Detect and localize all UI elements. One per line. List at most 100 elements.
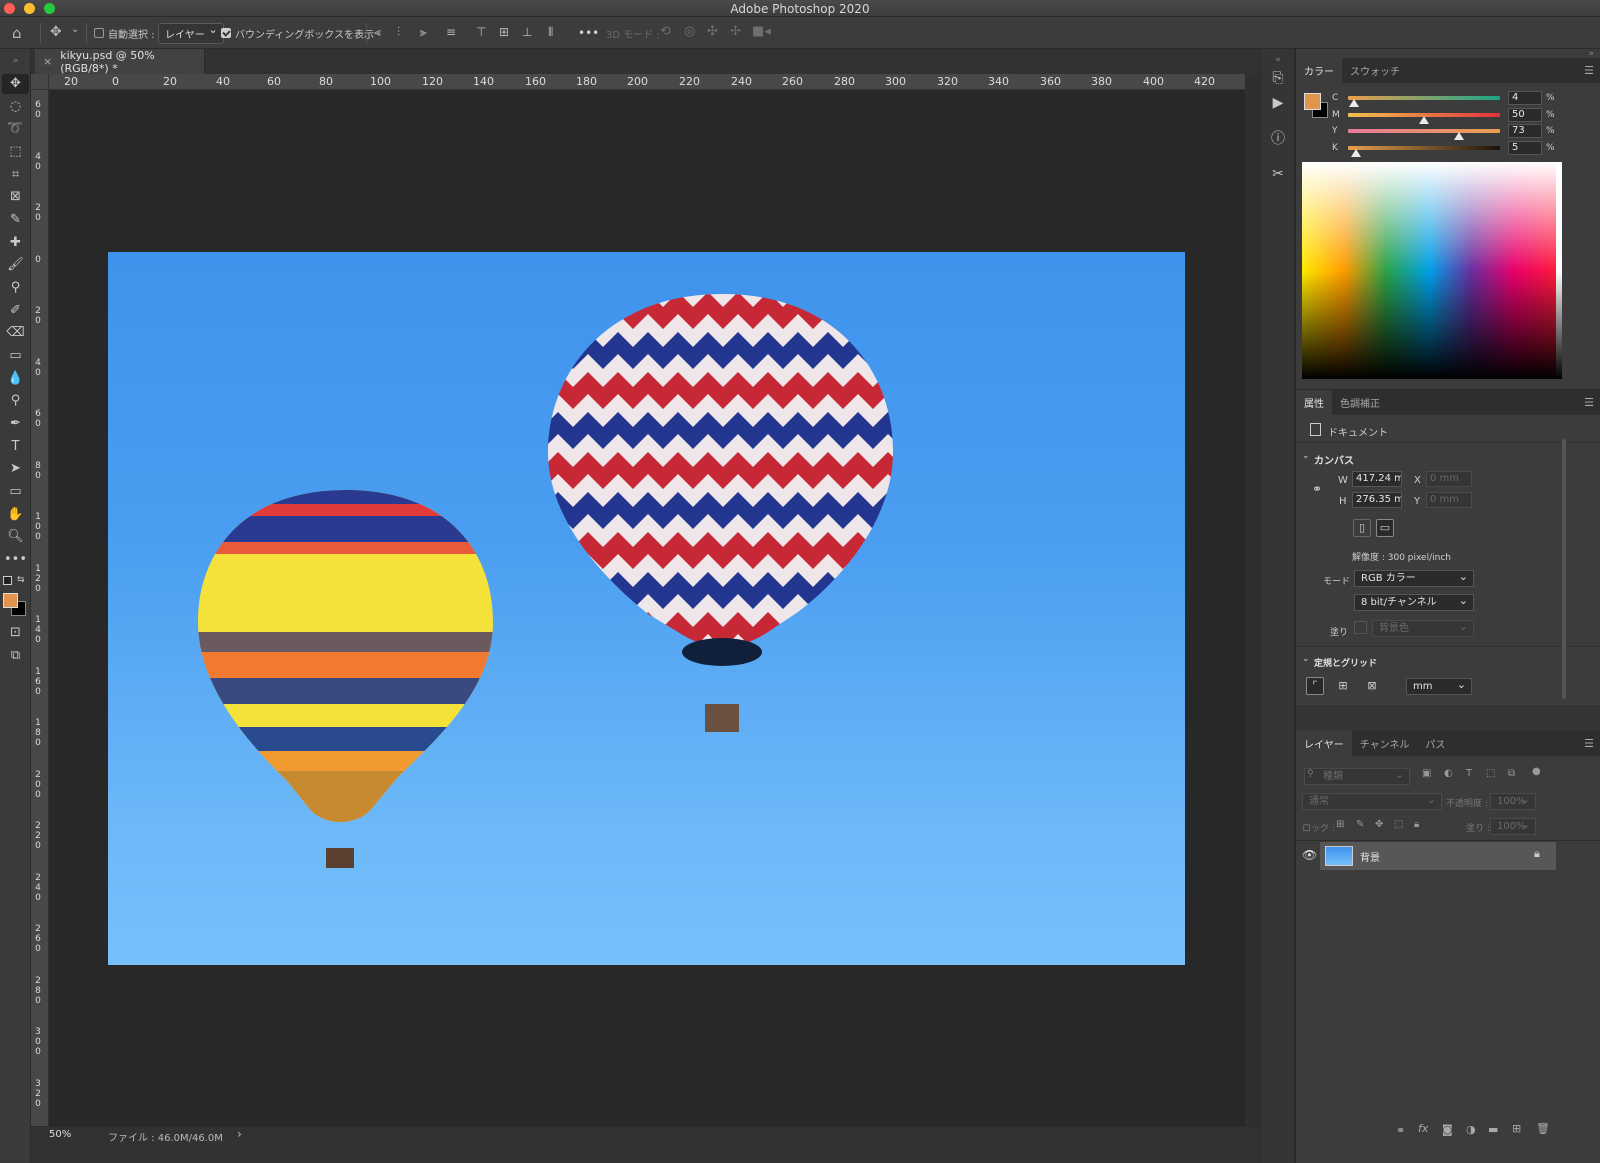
collapse-toolbar-icon[interactable]: » (2, 51, 29, 71)
tab-swatches[interactable]: スウォッチ (1342, 58, 1408, 83)
align-top-icon[interactable]: ⊤ (476, 25, 486, 39)
slider-track[interactable] (1348, 145, 1500, 157)
marquee-tool-icon[interactable]: ◌ (2, 97, 29, 117)
align-right-icon[interactable]: ⫸ (420, 25, 427, 40)
balloon-photo[interactable] (108, 252, 1185, 965)
align-left-icon[interactable]: ⫷ (374, 25, 381, 40)
tab-layers[interactable]: レイヤー (1296, 731, 1352, 756)
close-tab-icon[interactable]: × (43, 55, 52, 68)
quick-mask-icon[interactable]: ⊡ (2, 623, 29, 643)
channel-value-field[interactable]: 4 (1508, 91, 1542, 105)
zoom-tool-icon[interactable]: 🔍︎ (2, 527, 29, 547)
ruler-icon[interactable]: ⌜ (1306, 677, 1324, 695)
frame-tool-icon[interactable]: ⊠ (2, 187, 29, 207)
blur-tool-icon[interactable]: 💧 (2, 369, 29, 389)
portrait-orientation-icon[interactable]: ▯ (1353, 519, 1371, 537)
slider-track[interactable] (1348, 112, 1500, 124)
ruler-origin[interactable] (31, 74, 49, 90)
mono-ramp[interactable] (1556, 162, 1562, 379)
slider-y[interactable]: Y 73% (1332, 123, 1555, 140)
eye-icon[interactable]: 👁︎ (1302, 848, 1317, 862)
lock-position-icon[interactable]: ✥ (1375, 819, 1383, 830)
color-spectrum[interactable] (1302, 162, 1556, 379)
lock-image-icon[interactable]: ✎ (1356, 819, 1364, 830)
chevron-down-icon[interactable]: ⌄ (1302, 451, 1310, 461)
dodge-tool-icon[interactable]: ⚲ (2, 391, 29, 411)
status-arrow-icon[interactable]: › (237, 1127, 242, 1141)
lasso-tool-icon[interactable]: ➰ (2, 119, 29, 139)
fg-color-chip[interactable] (1304, 93, 1321, 110)
filter-type-icon[interactable]: T (1466, 768, 1472, 779)
layer-lock-icon[interactable]: 🔒︎ (1534, 847, 1540, 861)
home-icon[interactable]: ⌂ (12, 24, 22, 42)
type-tool-icon[interactable]: T (2, 437, 29, 457)
vertical-scrollbar[interactable] (1245, 74, 1260, 1126)
crop-tool-icon[interactable]: ⌗ (2, 165, 29, 185)
width-field[interactable]: 417.24 mm (1352, 471, 1402, 487)
filter-smartobject-icon[interactable]: ⧉ (1508, 768, 1515, 779)
3d-pan-icon[interactable]: ✣ (707, 24, 718, 39)
chevron-down-icon[interactable]: ⌄ (1302, 654, 1310, 664)
fill-swatch[interactable] (1354, 621, 1367, 634)
foreground-color-swatch[interactable] (3, 593, 18, 608)
slider-track[interactable] (1348, 96, 1500, 107)
show-bbox-checkbox[interactable]: バウンディングボックスを表示 (221, 17, 374, 49)
tab-color[interactable]: カラー (1296, 58, 1342, 83)
vertical-ruler[interactable]: 60 40 20 0 20 40 60 80 100 120 140 160 180 200 220 240 2… (31, 90, 49, 1126)
tab-channels[interactable]: チャンネル (1352, 731, 1418, 756)
bit-depth-dropdown[interactable]: 8 bit/チャンネル (1354, 593, 1474, 611)
3d-camera-icon[interactable]: ■◂ (752, 24, 771, 39)
canvas-section-title[interactable]: カンバス (1314, 452, 1354, 467)
lock-artboard-icon[interactable]: ⬚ (1394, 819, 1403, 830)
healing-brush-tool-icon[interactable]: ✚ (2, 233, 29, 253)
layer-row[interactable]: 背景 🔒︎ (1320, 842, 1556, 870)
slider-thumb[interactable] (1350, 148, 1361, 157)
move-tool-icon[interactable]: ✥ (2, 74, 29, 94)
panel-menu-icon[interactable]: ☰ (1584, 64, 1594, 77)
distribute-icon[interactable]: ≡ (446, 25, 456, 39)
slider-m[interactable]: M 50% (1332, 107, 1555, 124)
tab-paths[interactable]: パス (1417, 731, 1453, 756)
actions-play-icon[interactable]: ▶ (1267, 92, 1289, 114)
screen-mode-icon[interactable]: ⧉ (2, 646, 29, 666)
history-icon[interactable]: ⎘ (1267, 67, 1289, 89)
slider-k[interactable]: K 5% (1332, 140, 1555, 157)
horizontal-ruler[interactable]: 20 0 20 40 60 80 100 120 140 160 180 200 220 240 260 28… (49, 74, 1245, 90)
mask-icon[interactable]: ◙ (1442, 1123, 1453, 1136)
tool-presets-icon[interactable]: ✂ (1267, 163, 1289, 185)
channel-value-field[interactable]: 73 (1508, 124, 1542, 138)
object-select-tool-icon[interactable]: ⬚ (2, 142, 29, 162)
more-options-button[interactable]: ••• (578, 17, 599, 49)
document-tab[interactable]: × kikyu.psd @ 50% (RGB/8*) * (35, 49, 205, 75)
chevron-down-icon[interactable]: ⌄ (71, 24, 79, 35)
y-field[interactable]: 0 mm (1426, 492, 1472, 508)
tab-adjustments[interactable]: 色調補正 (1332, 390, 1388, 415)
group-folder-icon[interactable]: ▬ (1488, 1123, 1498, 1136)
rulers-grid-section-title[interactable]: 定規とグリッド (1314, 656, 1377, 669)
fill-dropdown[interactable]: 背景色 (1372, 619, 1474, 637)
opacity-field[interactable]: 100% (1490, 792, 1536, 810)
properties-scrollbar[interactable] (1562, 439, 1566, 699)
auto-select-target-dropdown[interactable]: レイヤー (158, 22, 224, 44)
slider-track[interactable] (1348, 129, 1500, 140)
adjustment-layer-icon[interactable]: ◑ (1466, 1123, 1476, 1136)
slider-c[interactable]: C 4% (1332, 90, 1555, 107)
guides-icon[interactable]: ⊠ (1363, 677, 1381, 695)
distribute-v-icon[interactable]: ⦀ (548, 25, 553, 40)
pen-tool-icon[interactable]: ✒ (2, 414, 29, 434)
document-canvas[interactable] (49, 90, 1245, 1126)
trash-icon[interactable]: 🗑︎ (1536, 1122, 1550, 1135)
x-field[interactable]: 0 mm (1426, 471, 1472, 487)
filter-shape-icon[interactable]: ⬚ (1486, 768, 1495, 779)
panel-menu-icon[interactable]: ☰ (1584, 737, 1594, 750)
height-field[interactable]: 276.35 mm (1352, 492, 1402, 508)
grid-icon[interactable]: ⊞ (1334, 677, 1352, 695)
fx-icon[interactable]: fx (1418, 1122, 1428, 1135)
brush-tool-icon[interactable]: 🖌 (2, 255, 29, 275)
stamp-tool-icon[interactable]: ⚲ (2, 278, 29, 298)
filter-adjustment-icon[interactable]: ◐ (1444, 768, 1453, 779)
landscape-orientation-icon[interactable]: ▭ (1376, 519, 1394, 537)
align-bottom-icon[interactable]: ⊥ (522, 25, 532, 39)
3d-orbit-icon[interactable]: ⟲ (660, 24, 671, 39)
layer-filter-dropdown[interactable]: 種類 (1304, 767, 1410, 785)
